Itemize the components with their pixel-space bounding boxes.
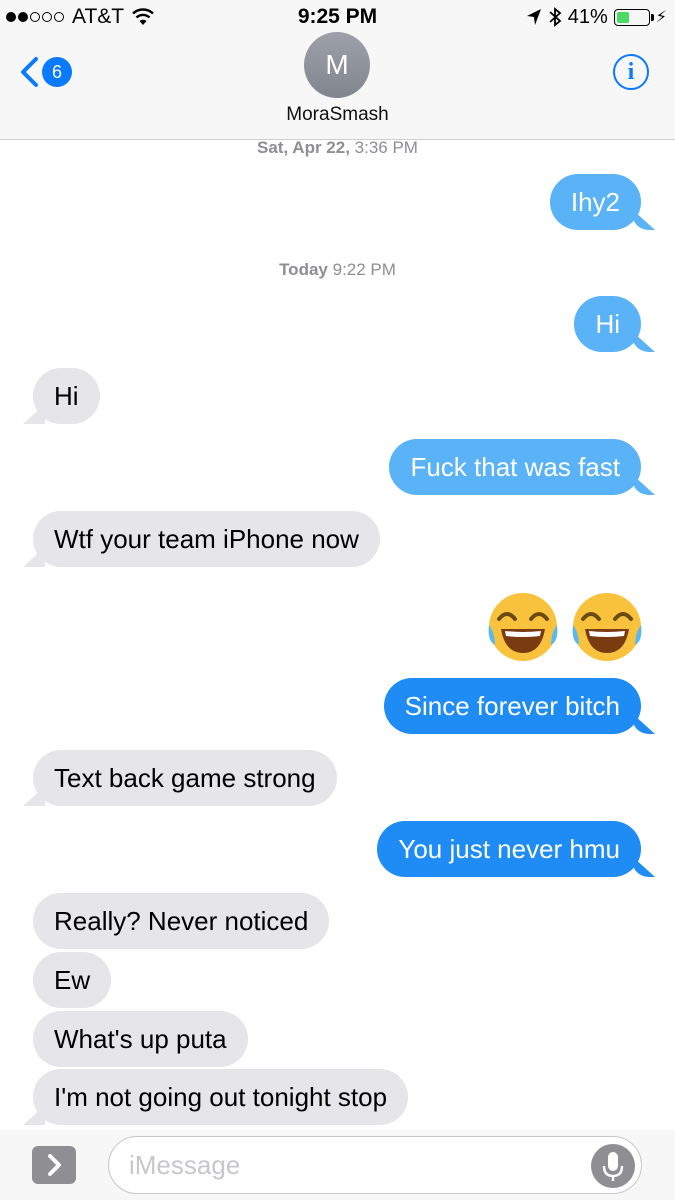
message-bubble-received[interactable]: Text back game strong xyxy=(33,750,337,806)
message-bubble-received[interactable]: Really? Never noticed xyxy=(33,893,330,949)
message-bubble-sent[interactable]: You just never hmu xyxy=(377,821,641,877)
compose-bar xyxy=(0,1130,675,1200)
message-bubble-received[interactable]: Ew xyxy=(33,952,112,1008)
app-drawer-button[interactable] xyxy=(32,1146,76,1184)
dictation-button[interactable] xyxy=(591,1144,635,1188)
message-bubble-received[interactable]: Wtf your team iPhone now xyxy=(33,511,380,567)
message-input[interactable] xyxy=(108,1136,642,1194)
unread-count-badge: 6 xyxy=(42,57,72,87)
location-arrow-icon xyxy=(526,9,541,25)
timestamp: Today 9:22 PM xyxy=(0,260,675,280)
timestamp-time: 9:22 PM xyxy=(332,260,396,279)
message-bubble-sent[interactable]: Ihy2 xyxy=(549,174,641,230)
face-with-tears-of-joy-icon xyxy=(488,593,558,661)
chevron-right-icon xyxy=(48,1154,61,1176)
timestamp-day: Today xyxy=(279,260,328,279)
microphone-icon xyxy=(602,1152,624,1181)
emoji-message[interactable] xyxy=(485,589,645,665)
charging-bolt-icon: ⚡ xyxy=(655,9,667,26)
battery-percent: 41% xyxy=(567,5,608,28)
chevron-left-icon xyxy=(21,57,38,87)
message-bubble-sent[interactable]: Fuck that was fast xyxy=(389,439,641,495)
face-with-tears-of-joy-icon xyxy=(572,593,642,661)
status-right: 41% ⚡ xyxy=(526,5,667,29)
message-bubble-received[interactable]: What's up puta xyxy=(33,1011,248,1067)
timestamp: Sat, Apr 22, 3:36 PM xyxy=(0,140,675,158)
bluetooth-icon xyxy=(549,7,562,27)
battery-level xyxy=(616,11,630,23)
message-bubble-sent[interactable]: Since forever bitch xyxy=(383,678,641,734)
message-bubble-sent[interactable]: Hi xyxy=(574,296,641,352)
message-bubble-received[interactable]: Hi xyxy=(33,368,100,424)
conversation-header: 6 M MoraSmash i xyxy=(0,32,675,140)
contact-name[interactable]: MoraSmash xyxy=(0,104,675,126)
message-thread[interactable]: Sat, Apr 22, 3:36 PM Ihy2 Today 9:22 PM … xyxy=(0,140,675,1130)
contact-avatar[interactable]: M xyxy=(304,32,370,98)
timestamp-day: Sat, Apr 22, xyxy=(257,140,350,157)
info-button[interactable]: i xyxy=(613,54,649,90)
back-button[interactable]: 6 xyxy=(18,56,72,88)
message-bubble-received[interactable]: I'm not going out tonight stop xyxy=(33,1069,409,1125)
battery-icon xyxy=(613,8,654,26)
timestamp-time: 3:36 PM xyxy=(354,140,418,157)
status-bar: AT&T 9:25 PM 41% ⚡ xyxy=(0,0,675,34)
